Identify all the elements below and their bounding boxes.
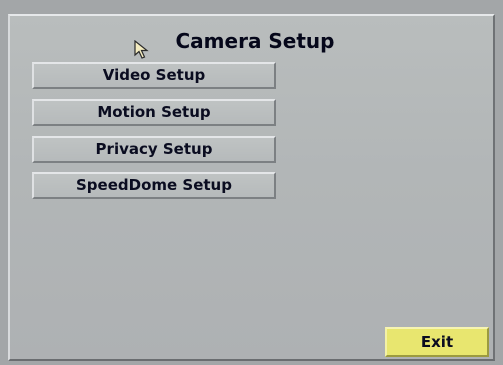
motion-setup-button[interactable]: Motion Setup [32, 99, 276, 126]
exit-button[interactable]: Exit [385, 327, 489, 357]
mouse-pointer-icon [134, 40, 149, 59]
page-title: Camera Setup [175, 29, 335, 53]
osd-screen: Camera Setup Video Setup Motion Setup Pr… [0, 0, 503, 365]
speeddome-setup-button[interactable]: SpeedDome Setup [32, 172, 276, 199]
privacy-setup-button[interactable]: Privacy Setup [32, 136, 276, 163]
video-setup-button[interactable]: Video Setup [32, 62, 276, 89]
